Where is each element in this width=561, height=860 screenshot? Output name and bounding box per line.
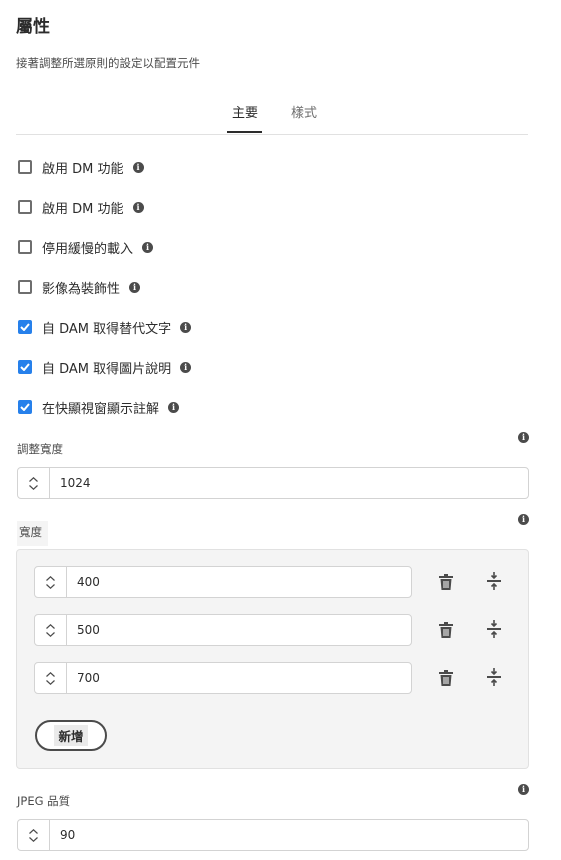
chevron-down-icon[interactable]	[46, 679, 55, 685]
checkbox-label: 在快顯視窗顯示註解	[42, 401, 160, 417]
checkbox-enable-dm-2[interactable]: 啟用 DM 功能 i	[18, 197, 144, 217]
checkbox-label: 影像為裝飾性	[42, 281, 121, 297]
checkbox-caption-from-dam[interactable]: 自 DAM 取得圖片說明 i	[18, 357, 192, 377]
chevron-up-icon[interactable]	[46, 575, 55, 581]
checkbox-disable-lazy-loading[interactable]: 停用緩慢的載入 i	[18, 237, 154, 257]
checkbox-label: 停用緩慢的載入	[42, 241, 134, 257]
jpeg-quality-input[interactable]	[50, 820, 528, 850]
chevron-down-icon[interactable]	[29, 484, 38, 490]
delete-item-button[interactable]	[436, 668, 456, 688]
chevron-up-icon[interactable]	[29, 828, 38, 834]
stepper[interactable]	[35, 663, 67, 693]
width-item-input[interactable]	[67, 615, 411, 645]
trash-icon	[439, 622, 453, 638]
info-icon[interactable]: i	[180, 321, 192, 333]
drag-handle-icon	[487, 572, 501, 590]
widths-label: 寬度	[17, 521, 48, 546]
checkbox-label: 自 DAM 取得圖片說明	[42, 361, 172, 377]
checkbox-label: 啟用 DM 功能	[42, 161, 124, 177]
checkbox-box[interactable]	[18, 160, 32, 174]
resize-width-field	[17, 467, 529, 499]
page-title: 屬性	[16, 17, 50, 37]
checkbox-enable-dm-1[interactable]: 啟用 DM 功能 i	[18, 157, 144, 177]
width-item-input[interactable]	[67, 567, 411, 597]
info-icon[interactable]: i	[142, 241, 154, 253]
checkbox-alt-from-dam[interactable]: 自 DAM 取得替代文字 i	[18, 317, 192, 337]
checkbox-box[interactable]	[18, 320, 32, 334]
delete-item-button[interactable]	[436, 572, 456, 592]
checkbox-box[interactable]	[18, 200, 32, 214]
checkbox-box[interactable]	[18, 400, 32, 414]
page-subtitle: 接著調整所選原則的設定以配置元件	[16, 56, 200, 70]
info-icon[interactable]: i	[518, 784, 529, 795]
width-item-input[interactable]	[67, 663, 411, 693]
stepper[interactable]	[18, 468, 50, 498]
resize-width-input[interactable]	[50, 468, 528, 498]
resize-width-label: 調整寬度	[17, 442, 63, 456]
stepper[interactable]	[35, 567, 67, 597]
tab-bar: 主要 樣式	[16, 98, 528, 135]
active-tab-indicator	[227, 131, 262, 133]
chevron-up-icon[interactable]	[29, 476, 38, 482]
checkbox-box[interactable]	[18, 360, 32, 374]
jpeg-quality-field	[17, 819, 529, 851]
info-icon[interactable]: i	[129, 281, 141, 293]
checkbox-box[interactable]	[18, 280, 32, 294]
chevron-down-icon[interactable]	[46, 631, 55, 637]
tab-main[interactable]: 主要	[232, 102, 258, 121]
reorder-item-handle[interactable]	[484, 571, 504, 591]
chevron-down-icon[interactable]	[46, 583, 55, 589]
checkbox-box[interactable]	[18, 240, 32, 254]
stepper[interactable]	[18, 820, 50, 850]
info-icon[interactable]: i	[518, 514, 529, 525]
chevron-up-icon[interactable]	[46, 623, 55, 629]
tab-style[interactable]: 樣式	[291, 102, 317, 121]
trash-icon	[439, 574, 453, 590]
checkbox-image-decorative[interactable]: 影像為裝飾性 i	[18, 277, 141, 297]
reorder-item-handle[interactable]	[484, 667, 504, 687]
checkbox-caption-popup[interactable]: 在快顯視窗顯示註解 i	[18, 397, 180, 417]
chevron-down-icon[interactable]	[29, 836, 38, 842]
checkbox-label: 啟用 DM 功能	[42, 201, 124, 217]
info-icon[interactable]: i	[168, 401, 180, 413]
checkbox-label: 自 DAM 取得替代文字	[42, 321, 172, 337]
chevron-up-icon[interactable]	[46, 671, 55, 677]
jpeg-quality-label: JPEG 品質	[17, 794, 71, 808]
width-item-field	[34, 614, 412, 646]
delete-item-button[interactable]	[436, 620, 456, 640]
info-icon[interactable]: i	[180, 361, 192, 373]
info-icon[interactable]: i	[518, 432, 529, 443]
width-item-field	[34, 662, 412, 694]
drag-handle-icon	[487, 620, 501, 638]
info-icon[interactable]: i	[132, 201, 144, 213]
add-width-button[interactable]: 新增	[35, 720, 107, 751]
stepper[interactable]	[35, 615, 67, 645]
drag-handle-icon	[487, 668, 501, 686]
add-button-label: 新增	[54, 725, 88, 746]
width-item-field	[34, 566, 412, 598]
info-icon[interactable]: i	[132, 161, 144, 173]
trash-icon	[439, 670, 453, 686]
reorder-item-handle[interactable]	[484, 619, 504, 639]
